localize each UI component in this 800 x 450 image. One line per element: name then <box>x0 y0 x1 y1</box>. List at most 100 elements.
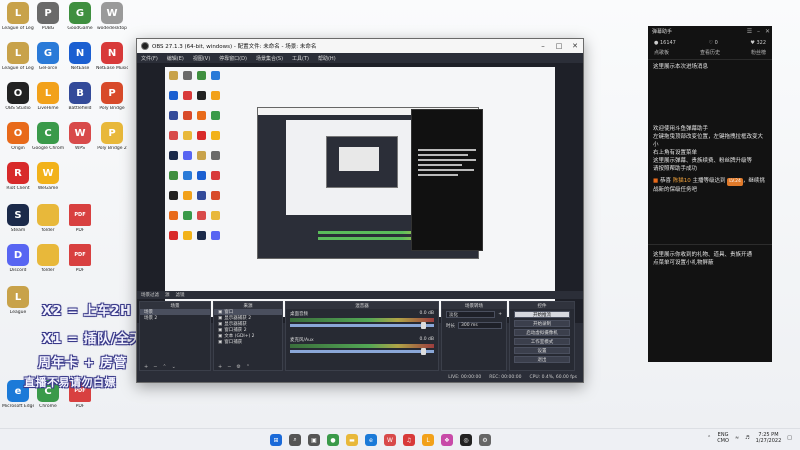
docks-header-1[interactable]: 场景过滤 <box>141 292 159 298</box>
search-icon[interactable]: ⌕ <box>289 434 301 446</box>
virtual-camera-button[interactable]: 启动虚拟摄像机 <box>514 329 570 336</box>
netease-music-icon: N <box>101 42 123 64</box>
desktop-icon[interactable]: L LiveHime <box>32 82 64 122</box>
desktop-icon[interactable]: P Poly Bridge <box>96 82 128 122</box>
remove-icon[interactable]: − <box>153 364 157 370</box>
volume-slider[interactable] <box>290 322 434 329</box>
desktop-icon[interactable]: P Poly Bridge 2 <box>96 122 128 162</box>
desktop-icon[interactable]: L League of Legends <box>2 42 34 82</box>
scene-item[interactable]: 场景 2 <box>140 315 210 321</box>
desktop-icon[interactable]: G GoodGame <box>64 2 96 42</box>
obs-window[interactable]: OBS 27.1.3 (64-bit, windows) - 配置文件: 未命名… <box>136 38 584 383</box>
notification-icon[interactable]: □ <box>787 435 792 441</box>
transition-select[interactable]: 淡化 <box>446 311 496 318</box>
desktop-icon[interactable]: P PUBG <box>32 2 64 42</box>
nested-preview-3 <box>339 147 379 171</box>
close-icon[interactable]: ✕ <box>763 28 772 35</box>
wifi-icon[interactable]: ≈ <box>735 435 739 441</box>
netease-music-icon[interactable]: ♫ <box>403 434 415 446</box>
store-icon[interactable]: ❖ <box>441 434 453 446</box>
livehime-icon[interactable]: L <box>422 434 434 446</box>
minimize-icon[interactable]: – <box>754 28 763 35</box>
exit-button[interactable]: 退出 <box>514 356 570 363</box>
desktop-icon[interactable]: O OBS Studio <box>2 82 34 122</box>
desktop-icon-label: PDF <box>75 268 85 273</box>
menu-item[interactable]: 编辑(E) <box>167 55 184 62</box>
desktop-icon[interactable]: N NetEase <box>64 42 96 82</box>
menu-icon[interactable]: ☰ <box>745 28 754 35</box>
desktop-icon[interactable]: O Origin <box>2 122 34 162</box>
start-icon[interactable]: ⊞ <box>270 434 282 446</box>
menu-item[interactable]: 文件(F) <box>141 55 158 62</box>
chevron-up-icon[interactable]: ⌃ <box>707 435 711 441</box>
minimize-icon[interactable]: – <box>535 39 551 53</box>
source-item[interactable]: ▣ 窗口捕获 <box>214 339 282 346</box>
gifts-count: 322 <box>756 40 766 46</box>
discord-icon: D <box>7 244 29 266</box>
preview-app-icon <box>197 231 206 240</box>
desktop-icon[interactable]: L League <box>2 286 34 326</box>
duration-input[interactable]: 300 ms <box>458 322 502 329</box>
scenes-dock: 场景 场景 场景 2 + − ⌃ ⌄ <box>139 301 211 371</box>
add-icon[interactable]: + <box>498 312 502 317</box>
desktop-icon[interactable]: D Discord <box>2 244 34 284</box>
wegame-icon[interactable]: W <box>384 434 396 446</box>
start-streaming-button[interactable]: 开始推流 <box>514 311 570 318</box>
settings-button[interactable]: 设置 <box>514 347 570 354</box>
add-icon[interactable]: + <box>144 364 148 370</box>
desktop-icon[interactable]: W WPS <box>64 122 96 162</box>
add-icon[interactable]: + <box>218 364 222 370</box>
studio-mode-button[interactable]: 工作室模式 <box>514 338 570 345</box>
nested-line <box>418 159 476 161</box>
desktop-icon[interactable]: PDF PDF <box>64 244 96 284</box>
settings-icon[interactable]: ⚙ <box>479 434 491 446</box>
desktop-icon[interactable]: S Steam <box>2 204 34 244</box>
desktop-icon[interactable]: L League of Legends <box>2 2 34 42</box>
mixer-track: 桌面音频 0.0 dB <box>286 309 438 329</box>
maximize-icon[interactable]: □ <box>551 39 567 53</box>
obs-icon[interactable]: ◎ <box>460 434 472 446</box>
menu-item[interactable]: 工具(T) <box>292 55 309 62</box>
desktop-icon[interactable]: B Battlefield <box>64 82 96 122</box>
obs-titlebar[interactable]: OBS 27.1.3 (64-bit, windows) - 配置文件: 未命名… <box>137 39 583 53</box>
desktop-icon[interactable]: folder <box>32 204 64 244</box>
desktop-icon[interactable]: PDF PDF <box>64 204 96 244</box>
tab-fans-rank[interactable]: 粉丝榜 <box>751 49 766 56</box>
obs-preview-area[interactable] <box>137 63 583 323</box>
volume-slider[interactable] <box>290 348 434 355</box>
language-indicator[interactable]: ENG CMO <box>717 432 729 444</box>
desktop-icon[interactable]: G GeForce <box>32 42 64 82</box>
preview-canvas[interactable] <box>165 67 555 317</box>
down-icon[interactable]: ⌄ <box>172 364 176 370</box>
desktop-icon[interactable]: folder <box>32 244 64 284</box>
desktop-icon[interactable]: W WeGame <box>32 162 64 202</box>
menu-item[interactable]: 场景集合(S) <box>256 55 283 62</box>
start-recording-button[interactable]: 开始录制 <box>514 320 570 327</box>
docks-header-3[interactable]: 滤镜 <box>176 292 185 298</box>
region-text: CMO <box>717 438 729 444</box>
panel-header[interactable]: 弹幕助手 ☰ – ✕ <box>648 26 772 37</box>
desktop-icon[interactable]: C Google Chrome <box>32 122 64 162</box>
menu-item[interactable]: 停靠窗口(D) <box>219 55 247 62</box>
close-icon[interactable]: ✕ <box>567 39 583 53</box>
desktop-icon[interactable]: N NetEase Music <box>96 42 128 82</box>
volume-icon[interactable]: ♬ <box>745 435 749 441</box>
file-explorer-icon[interactable]: ▬ <box>346 434 358 446</box>
gear-icon[interactable]: ⚙ <box>236 364 240 370</box>
pdf-icon: PDF <box>69 204 91 226</box>
desktop-icon[interactable]: R Riot Client <box>2 162 34 202</box>
tab-song-board[interactable]: 点歌板 <box>654 49 669 56</box>
remove-icon[interactable]: − <box>227 364 231 370</box>
menu-item[interactable]: 帮助(H) <box>318 55 336 62</box>
up-icon[interactable]: ⌃ <box>162 364 166 370</box>
clock[interactable]: 7:25 PM 1/27/2022 <box>756 432 782 444</box>
docks-header-2[interactable]: 源 <box>165 292 170 298</box>
up-icon[interactable]: ⌃ <box>246 364 250 370</box>
danmaku-assistant-panel[interactable]: 弹幕助手 ☰ – ✕ ● 16147 ♡ 0 ♥ 322 点歌板 查看历史 粉丝… <box>648 26 772 362</box>
tab-history[interactable]: 查看历史 <box>700 49 720 56</box>
chrome-icon[interactable]: ● <box>327 434 339 446</box>
edge-icon[interactable]: e <box>365 434 377 446</box>
menu-item[interactable]: 视图(V) <box>193 55 210 62</box>
desktop-icon[interactable]: Wwodedesktop <box>96 2 128 42</box>
task-view-icon[interactable]: ▣ <box>308 434 320 446</box>
